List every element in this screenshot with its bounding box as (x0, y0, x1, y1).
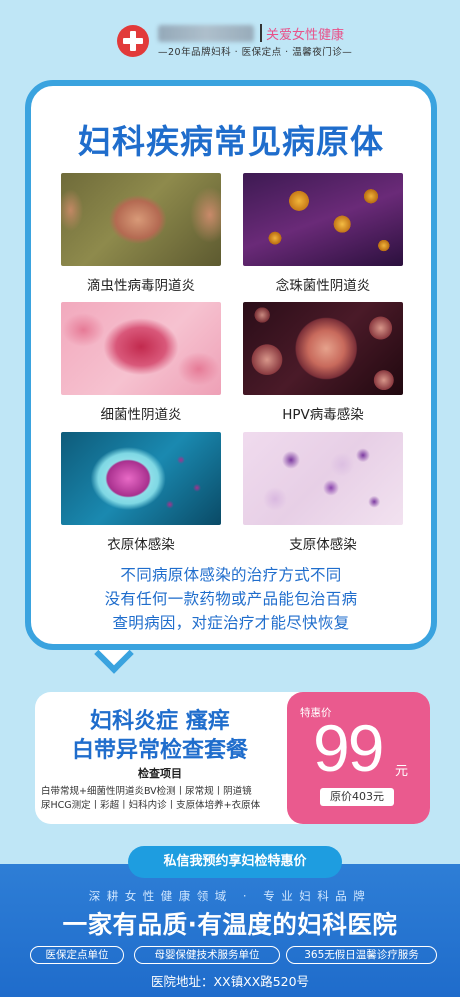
original-price: 原价403元 (320, 788, 394, 806)
hospital-name: 一家有品质·有温度的妇科医院 (62, 910, 398, 939)
message-line: 没有任何一款药物或产品能包治百病 (104, 590, 358, 608)
hospital-address: 医院地址：XX镇XX路520号 (150, 974, 310, 989)
pathogen-card: 妇科疾病常见病原体 滴虫性病毒阴道炎 念珠菌性阴道炎 细菌性阴道炎 HPV病毒感… (25, 80, 437, 650)
badge-365-service: 365无假日温馨诊疗服务 (286, 946, 437, 964)
header-tagline: —20年品牌妇科 · 医保定点 · 温馨夜门诊— (158, 47, 353, 58)
badge-maternal-health: 母婴保健技术服务单位 (134, 946, 280, 964)
message-line: 查明病因，对症治疗才能尽快恢复 (112, 614, 350, 632)
disease-caption: HPV病毒感染 (282, 407, 364, 423)
price-value: 99 (313, 711, 384, 785)
disease-caption: 滴虫性病毒阴道炎 (87, 278, 195, 294)
items-line: 白带常规+细菌性阴道炎BV检测丨尿常规丨阴道镜 (41, 786, 252, 797)
bacteria-image (61, 302, 221, 395)
trichomonas-image (61, 173, 221, 266)
hpv-image (243, 302, 403, 395)
disease-caption: 念珠菌性阴道炎 (275, 278, 371, 294)
blurred-brand-name (158, 25, 254, 42)
message-line: 不同病原体感染的治疗方式不同 (120, 566, 342, 584)
footer-tagline: 深耕女性健康领域 · 专业妇科品牌 (88, 889, 372, 903)
header-slogan: 关爱女性健康 (266, 28, 345, 43)
mycoplasma-image (243, 432, 403, 525)
badge-medical-insurance: 医保定点单位 (30, 946, 124, 964)
badge-row: 医保定点单位 母婴保健技术服务单位 365无假日温馨诊疗服务 (30, 946, 440, 966)
checkup-package-card[interactable]: 妇科炎症 瘙痒 白带异常检查套餐 检查项目 白带常规+细菌性阴道炎BV检测丨尿常… (35, 692, 430, 824)
disease-caption: 衣原体感染 (107, 537, 175, 553)
candida-image (243, 173, 403, 266)
package-title-line2: 白带异常检查套餐 (71, 738, 248, 763)
items-label: 检查项目 (138, 767, 182, 780)
page-title: 妇科疾病常见病原体 (78, 122, 384, 161)
price-box: 特惠价 99 元 原价403元 (287, 692, 430, 824)
chlamydia-image (61, 432, 221, 525)
hospital-cross-icon (117, 25, 149, 57)
disease-caption: 支原体感染 (289, 537, 357, 553)
booking-cta-button[interactable]: 私信我预约享妇检特惠价 (128, 846, 342, 878)
disease-caption: 细菌性阴道炎 (100, 407, 182, 423)
items-line: 尿HCG测定丨彩超丨妇科内诊丨支原体培养+衣原体 (41, 800, 261, 811)
package-title-line1: 妇科炎症 瘙痒 (90, 709, 230, 734)
header: 关爱女性健康 —20年品牌妇科 · 医保定点 · 温馨夜门诊— (0, 0, 460, 70)
brand-divider (260, 24, 262, 42)
price-unit: 元 (395, 764, 409, 779)
